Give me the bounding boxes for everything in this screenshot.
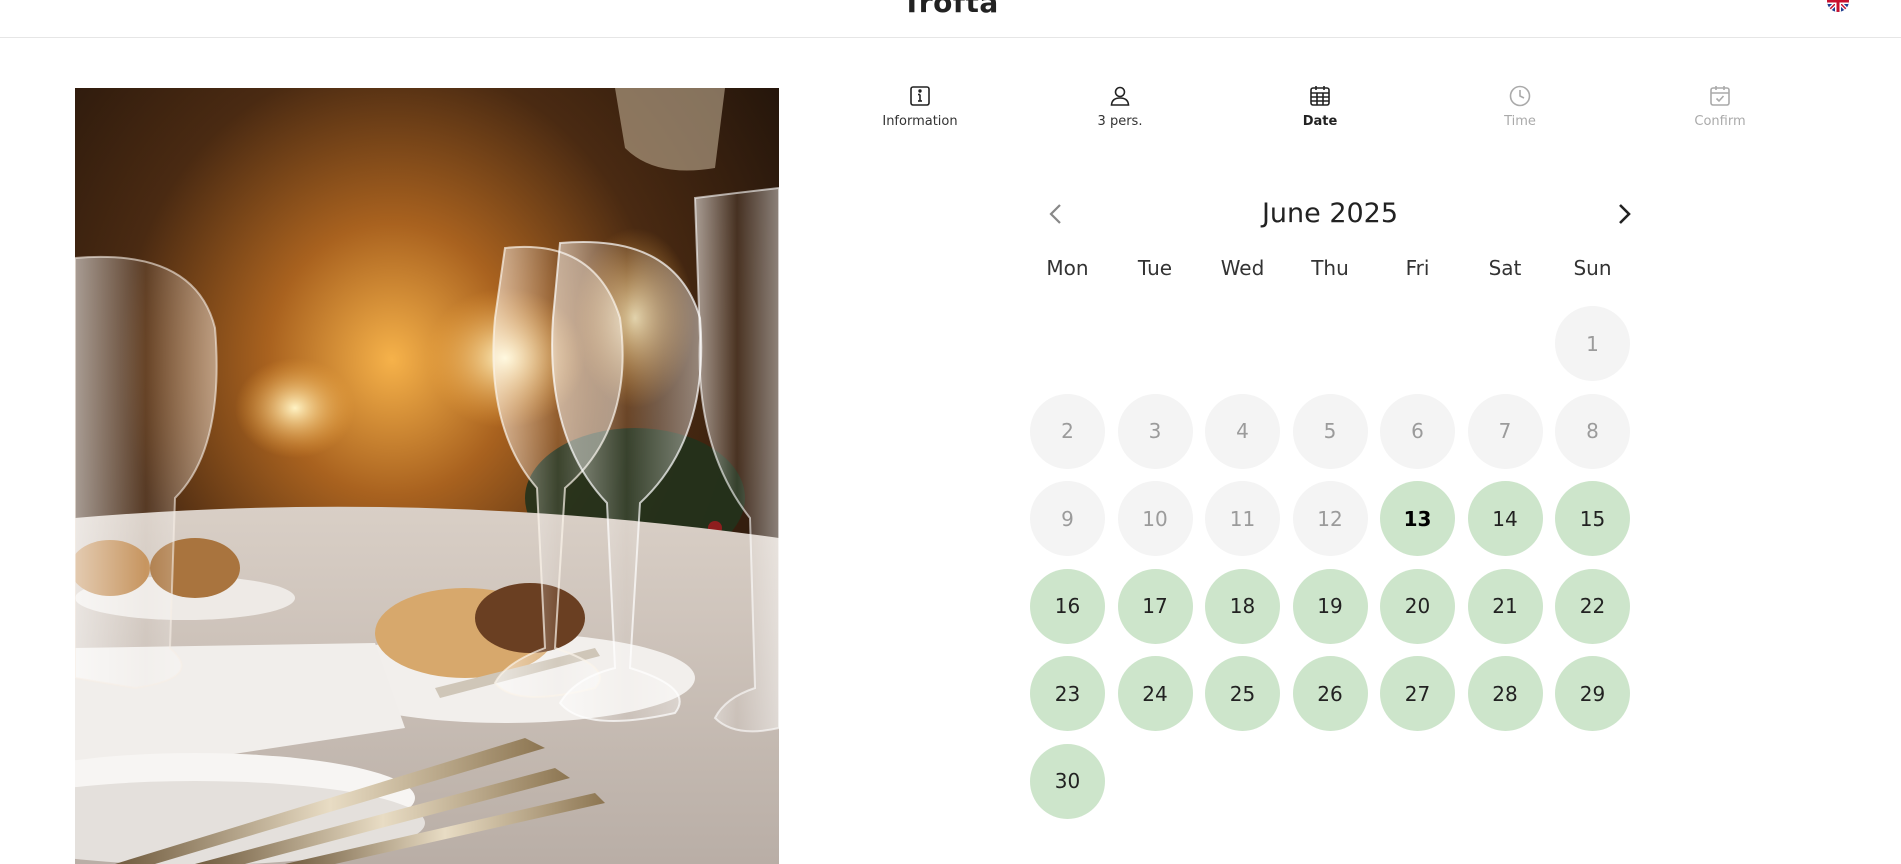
calendar-day[interactable]: 25	[1205, 656, 1280, 731]
weekday-label: Sat	[1488, 256, 1522, 280]
calendar-day: 9	[1030, 481, 1105, 556]
calendar-day[interactable]: 17	[1117, 568, 1193, 644]
calendar-day: 3	[1117, 393, 1193, 469]
weekday-label: Fri	[1405, 256, 1430, 280]
step-persons[interactable]: 3 pers.	[1050, 84, 1190, 129]
step-label: Date	[1302, 114, 1338, 129]
calendar-day[interactable]: 23	[1030, 656, 1105, 731]
info-icon	[908, 84, 932, 108]
calendar-day[interactable]: 20	[1380, 568, 1455, 644]
calendar-day: 5	[1292, 393, 1368, 469]
booking-steps: Information 3 pers. Date Time Confirm	[840, 84, 1840, 144]
weekday-header-row: Mon Tue Wed Thu Fri Sat Sun	[1030, 256, 1640, 286]
calendar-icon	[1308, 84, 1332, 108]
weekday-label: Mon	[1046, 256, 1089, 280]
calendar-day[interactable]: 30	[1030, 743, 1105, 819]
clock-icon	[1508, 84, 1532, 108]
calendar-day[interactable]: 29	[1555, 656, 1630, 731]
calendar-day: 7	[1467, 393, 1543, 469]
top-bar: Trofta	[0, 0, 1901, 38]
step-label: 3 pers.	[1097, 114, 1143, 129]
weekday-label: Sun	[1573, 256, 1612, 280]
weekday-label: Wed	[1220, 256, 1265, 280]
calendar-day: 12	[1292, 481, 1368, 556]
calendar-day[interactable]: 14	[1467, 481, 1543, 556]
date-calendar: June 2025 Mon Tue Wed Thu Fri Sat Sun 12345678…	[1030, 190, 1640, 819]
calendar-day[interactable]: 28	[1467, 656, 1543, 731]
weekday-label: Tue	[1137, 256, 1173, 280]
brand-title: Trofta	[902, 0, 999, 19]
chevron-right-icon	[1619, 204, 1631, 224]
step-time: Time	[1450, 84, 1590, 129]
calendar-day[interactable]: 15	[1555, 481, 1630, 556]
calendar-day[interactable]: 21	[1467, 568, 1543, 644]
calendar-day[interactable]: 13	[1380, 481, 1455, 556]
step-confirm: Confirm	[1650, 84, 1790, 129]
weekday-label: Thu	[1311, 256, 1349, 280]
calendar-day[interactable]: 16	[1030, 568, 1105, 644]
calendar-day[interactable]: 22	[1555, 568, 1630, 644]
calendar-day[interactable]: 18	[1205, 568, 1280, 644]
calendar-day: 11	[1205, 481, 1280, 556]
calendar-day: 8	[1555, 393, 1630, 469]
step-label: Time	[1504, 114, 1536, 129]
month-title: June 2025	[1261, 198, 1399, 229]
calendar-day: 4	[1205, 393, 1280, 469]
calendar-day[interactable]: 19	[1292, 568, 1368, 644]
next-month-button[interactable]	[1608, 198, 1640, 230]
step-label: Confirm	[1694, 114, 1746, 129]
step-information[interactable]: Information	[850, 84, 990, 129]
calendar-day[interactable]: 26	[1292, 656, 1368, 731]
calendar-day: 6	[1380, 393, 1455, 469]
restaurant-photo	[75, 88, 779, 864]
calendar-days-grid: 1 2 3 4 5 6 7 8 9 10 11 12 13 14 15 16 17 18 19 20 21 22 23 24 2…	[1030, 306, 1640, 826]
calendar-day: 2	[1030, 393, 1105, 469]
step-label: Information	[882, 114, 958, 129]
step-date[interactable]: Date	[1250, 84, 1390, 129]
calendar-day[interactable]: 24	[1117, 656, 1193, 731]
calendar-day[interactable]: 27	[1380, 656, 1455, 731]
calendar-header: June 2025	[1030, 190, 1640, 240]
calendar-day: 10	[1117, 481, 1193, 556]
person-icon	[1108, 84, 1132, 108]
calendar-day: 1	[1555, 306, 1630, 381]
calendar-check-icon	[1708, 84, 1732, 108]
